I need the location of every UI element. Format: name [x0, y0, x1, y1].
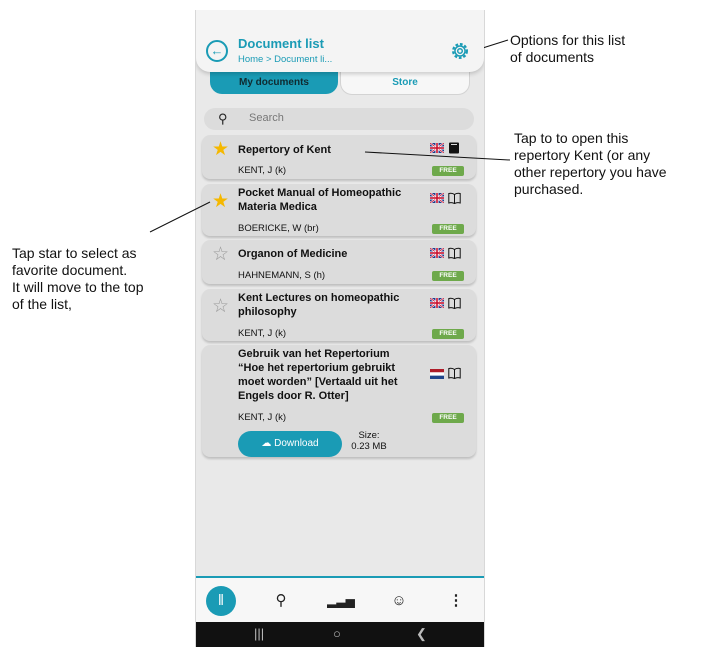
open-leader-line [364, 151, 511, 161]
gear-icon[interactable] [449, 40, 471, 62]
star-annotation: Tap star to select as favorite document.… [12, 245, 144, 312]
open-annotation: Tap to to open this repertory Kent (or a… [514, 130, 667, 197]
tab-my-documents[interactable]: My documents [210, 72, 338, 94]
breadcrumb[interactable]: Home > Document li... [238, 54, 332, 65]
page-title: Document list [238, 36, 324, 51]
document-tabs: My documents Store [210, 72, 470, 96]
star-leader-line [149, 201, 211, 233]
app-header: ← Document list Home > Document li... [196, 10, 484, 72]
options-annotation: Options for this list of documents [510, 32, 626, 65]
back-arrow-icon[interactable]: ← [206, 40, 228, 62]
annotation-lines [149, 39, 511, 233]
tab-store[interactable]: Store [340, 72, 470, 95]
